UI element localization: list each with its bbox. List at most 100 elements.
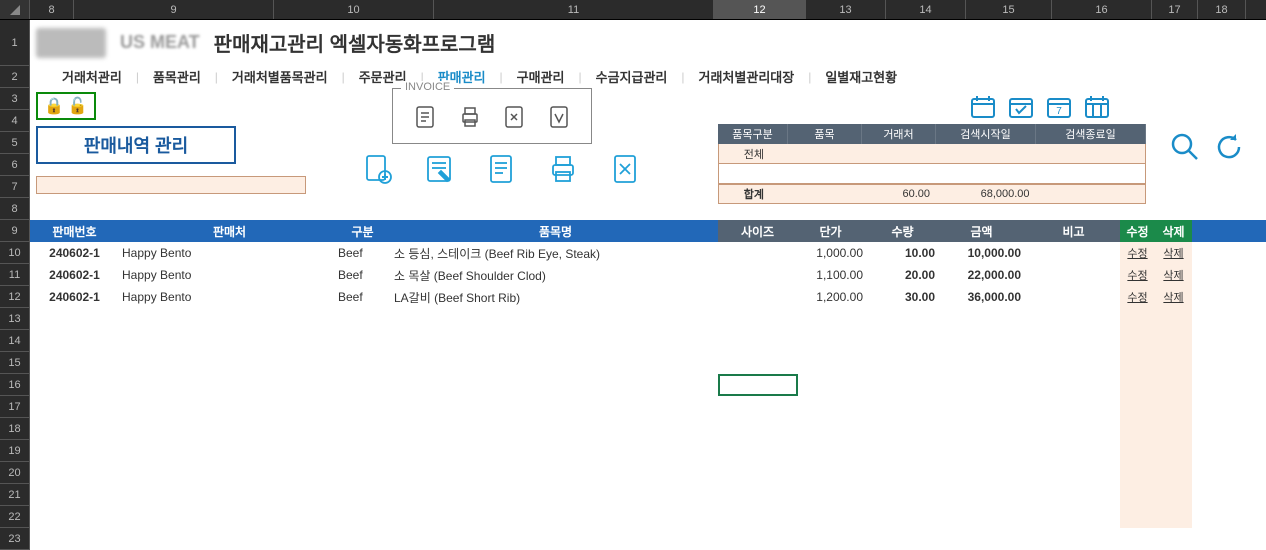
nav-purchase-mgmt[interactable]: 구매관리 bbox=[509, 67, 573, 86]
cell-vendor[interactable]: Happy Bento bbox=[116, 286, 338, 308]
refresh-icon[interactable] bbox=[1214, 132, 1246, 164]
cell-price[interactable]: 1,200.00 bbox=[798, 286, 870, 308]
row-header[interactable]: 10 bbox=[0, 242, 30, 264]
print-icon[interactable] bbox=[544, 150, 582, 188]
nav-daily-stock[interactable]: 일별재고현황 bbox=[817, 67, 905, 86]
cell-item[interactable]: 소 등심, 스테이크 (Beef Rib Eye, Steak) bbox=[388, 242, 718, 264]
cell-amt[interactable]: 22,000.00 bbox=[942, 264, 1028, 286]
row-header[interactable]: 19 bbox=[0, 440, 30, 462]
col-header[interactable]: 14 bbox=[886, 0, 966, 19]
col-header[interactable]: 17 bbox=[1152, 0, 1198, 19]
row-header[interactable]: 18 bbox=[0, 418, 30, 440]
delete-button[interactable]: 삭제 bbox=[1156, 264, 1192, 286]
row-header[interactable]: 1 bbox=[0, 20, 30, 66]
edit-button[interactable] bbox=[1120, 330, 1156, 352]
row-header[interactable]: 17 bbox=[0, 396, 30, 418]
delete-button[interactable] bbox=[1156, 308, 1192, 330]
cell-price[interactable]: 1,000.00 bbox=[798, 242, 870, 264]
cell-size[interactable] bbox=[718, 264, 798, 286]
invoice-new-icon[interactable] bbox=[411, 103, 439, 131]
delete-button[interactable] bbox=[1156, 462, 1192, 484]
edit-button[interactable] bbox=[1120, 484, 1156, 506]
edit-button[interactable] bbox=[1120, 418, 1156, 440]
filter-start-value[interactable] bbox=[936, 144, 1036, 163]
cell-vendor[interactable]: Happy Bento bbox=[116, 242, 338, 264]
cal-month-icon[interactable] bbox=[1084, 94, 1112, 122]
lock-icon[interactable]: 🔒 bbox=[44, 96, 64, 116]
nav-item-mgmt[interactable]: 품목관리 bbox=[145, 67, 209, 86]
col-header[interactable]: 12 bbox=[714, 0, 806, 19]
doc-view-icon[interactable] bbox=[482, 150, 520, 188]
delete-button[interactable] bbox=[1156, 396, 1192, 418]
col-header[interactable]: 18 bbox=[1198, 0, 1246, 19]
edit-button[interactable] bbox=[1120, 440, 1156, 462]
cell-cat[interactable]: Beef bbox=[338, 242, 388, 264]
edit-button[interactable] bbox=[1120, 308, 1156, 330]
col-header[interactable]: 8 bbox=[30, 0, 74, 19]
row-header[interactable]: 23 bbox=[0, 528, 30, 550]
cell-size[interactable] bbox=[718, 242, 798, 264]
doc-edit-icon[interactable] bbox=[420, 150, 458, 188]
col-header[interactable]: 13 bbox=[806, 0, 886, 19]
cell-id[interactable]: 240602-1 bbox=[30, 286, 116, 308]
delete-button[interactable] bbox=[1156, 352, 1192, 374]
row-header[interactable]: 15 bbox=[0, 352, 30, 374]
cell-price[interactable]: 1,100.00 bbox=[798, 264, 870, 286]
col-header[interactable]: 11 bbox=[434, 0, 714, 19]
edit-button[interactable] bbox=[1120, 374, 1156, 396]
delete-button[interactable] bbox=[1156, 374, 1192, 396]
edit-button[interactable] bbox=[1120, 352, 1156, 374]
row-header[interactable]: 22 bbox=[0, 506, 30, 528]
col-header[interactable]: 15 bbox=[966, 0, 1052, 19]
row-header[interactable]: 21 bbox=[0, 484, 30, 506]
doc-add-icon[interactable] bbox=[358, 150, 396, 188]
doc-delete-icon[interactable] bbox=[606, 150, 644, 188]
cell-amt[interactable]: 36,000.00 bbox=[942, 286, 1028, 308]
nav-payment-mgmt[interactable]: 수금지급관리 bbox=[588, 67, 676, 86]
cell-size[interactable] bbox=[718, 286, 798, 308]
edit-button[interactable]: 수정 bbox=[1120, 286, 1156, 308]
corner-cell[interactable] bbox=[0, 0, 30, 19]
cell-id[interactable]: 240602-1 bbox=[30, 242, 116, 264]
edit-button[interactable]: 수정 bbox=[1120, 264, 1156, 286]
cell-vendor[interactable]: Happy Bento bbox=[116, 264, 338, 286]
cell-qty[interactable]: 10.00 bbox=[870, 242, 942, 264]
cell-amt[interactable]: 10,000.00 bbox=[942, 242, 1028, 264]
cell-qty[interactable]: 30.00 bbox=[870, 286, 942, 308]
cal-check-icon[interactable] bbox=[1008, 94, 1036, 122]
edit-button[interactable]: 수정 bbox=[1120, 242, 1156, 264]
invoice-delete-icon[interactable] bbox=[500, 103, 528, 131]
edit-button[interactable] bbox=[1120, 396, 1156, 418]
nav-account-mgmt[interactable]: 거래처관리 bbox=[54, 67, 130, 86]
delete-button[interactable] bbox=[1156, 418, 1192, 440]
row-header[interactable]: 6 bbox=[0, 154, 30, 176]
row-header[interactable]: 4 bbox=[0, 110, 30, 132]
nav-vendor-ledger[interactable]: 거래처별관리대장 bbox=[691, 67, 803, 86]
delete-button[interactable]: 삭제 bbox=[1156, 242, 1192, 264]
unlock-icon[interactable]: 🔓 bbox=[68, 96, 88, 116]
nav-vendor-item-mgmt[interactable]: 거래처별품목관리 bbox=[224, 67, 336, 86]
row-header[interactable]: 9 bbox=[0, 220, 30, 242]
col-header[interactable]: 9 bbox=[74, 0, 274, 19]
row-header[interactable]: 3 bbox=[0, 88, 30, 110]
row-header[interactable]: 16 bbox=[0, 374, 30, 396]
delete-button[interactable] bbox=[1156, 440, 1192, 462]
input-cell[interactable] bbox=[36, 176, 306, 194]
invoice-print-icon[interactable] bbox=[456, 103, 484, 131]
cal-week-icon[interactable]: 7 bbox=[1046, 94, 1074, 122]
row-header[interactable]: 11 bbox=[0, 264, 30, 286]
row-header[interactable]: 5 bbox=[0, 132, 30, 154]
cal-day-icon[interactable] bbox=[970, 94, 998, 122]
row-header[interactable]: 7 bbox=[0, 176, 30, 198]
filter-category-value[interactable]: 전체 bbox=[719, 144, 789, 163]
filter-end-value[interactable] bbox=[1036, 144, 1145, 163]
cell-cat[interactable]: Beef bbox=[338, 264, 388, 286]
col-header[interactable]: 10 bbox=[274, 0, 434, 19]
row-header[interactable]: 8 bbox=[0, 198, 30, 220]
row-header[interactable]: 13 bbox=[0, 308, 30, 330]
delete-button[interactable] bbox=[1156, 484, 1192, 506]
cell-item[interactable]: 소 목살 (Beef Shoulder Clod) bbox=[388, 264, 718, 286]
edit-button[interactable] bbox=[1120, 462, 1156, 484]
edit-button[interactable] bbox=[1120, 506, 1156, 528]
search-icon[interactable] bbox=[1170, 132, 1202, 164]
